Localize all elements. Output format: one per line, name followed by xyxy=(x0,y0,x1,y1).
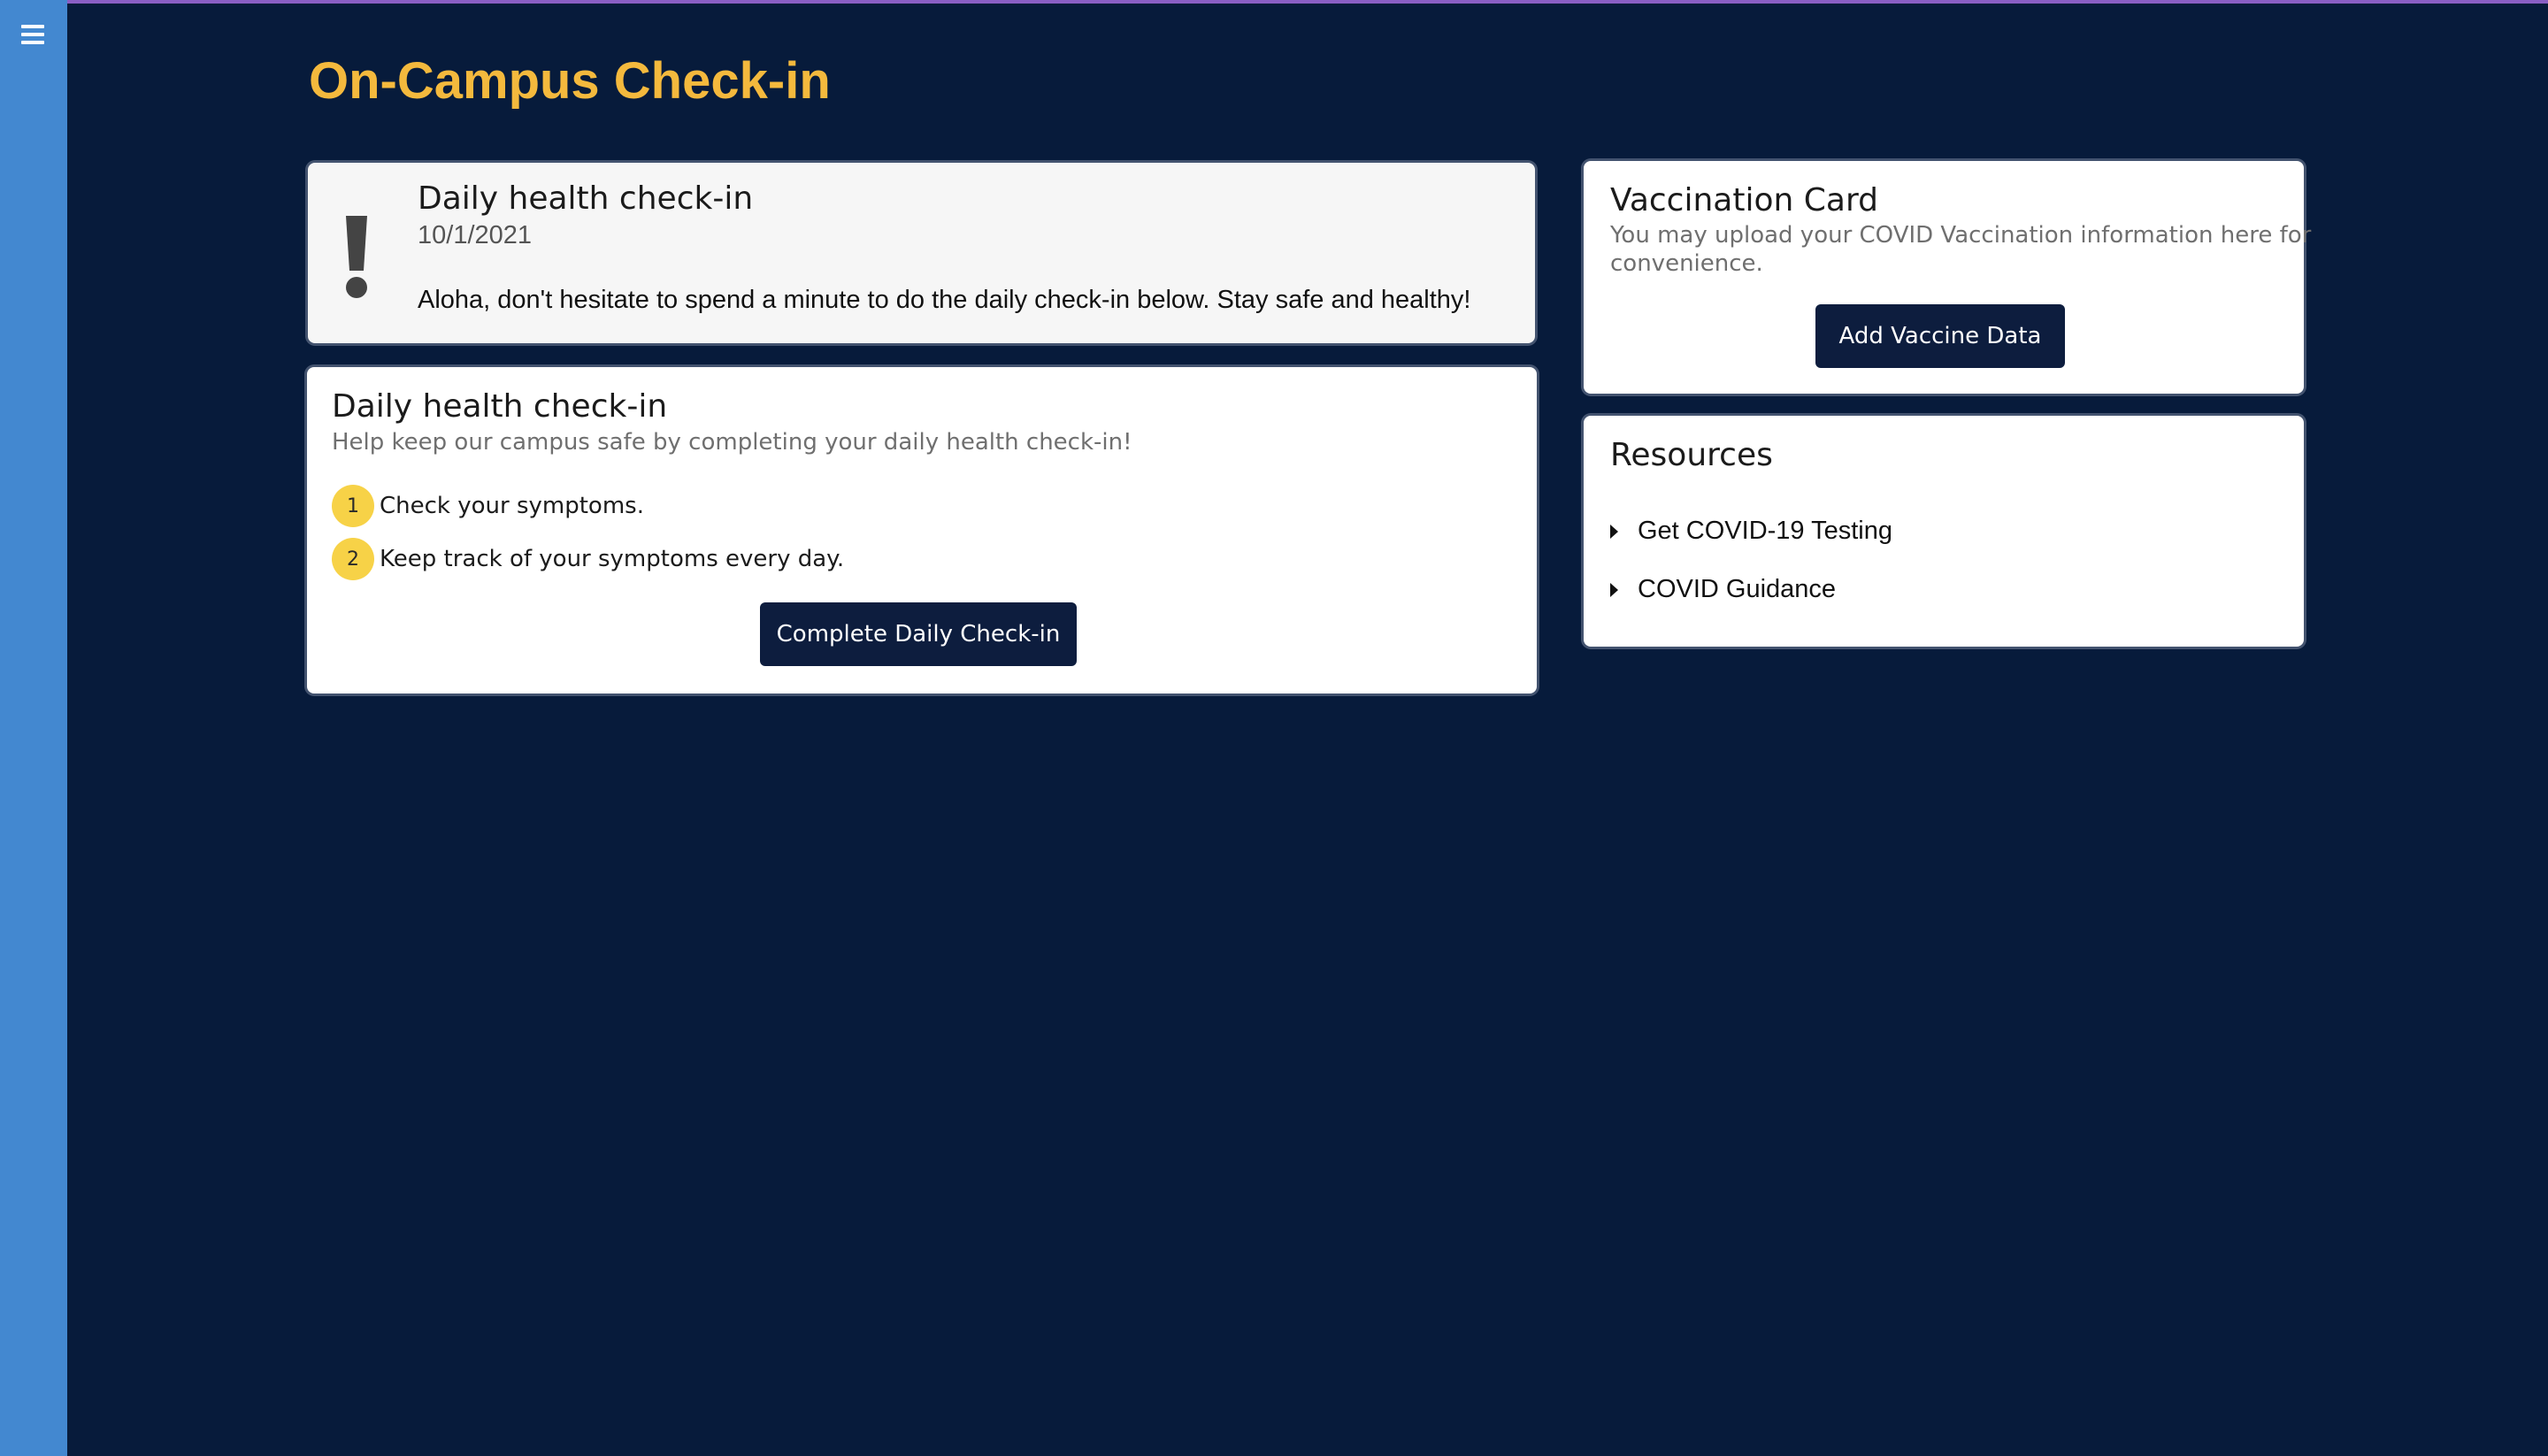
add-vaccine-data-button[interactable]: Add Vaccine Data xyxy=(1815,304,2065,368)
vaccination-description-line2: convenience. xyxy=(1610,250,1763,277)
resource-item-covid-testing[interactable]: Get COVID-19 Testing xyxy=(1610,517,1892,546)
caret-right-icon xyxy=(1610,582,1618,597)
alert-date: 10/1/2021 xyxy=(418,221,533,249)
resources-card: Resources Get COVID-19 Testing COVID Gui… xyxy=(1584,416,2304,647)
resource-item-covid-guidance[interactable]: COVID Guidance xyxy=(1610,575,1836,604)
step-item: 1 Check your symptoms. xyxy=(332,484,644,528)
caret-right-icon xyxy=(1610,524,1618,539)
resource-label: Get COVID-19 Testing xyxy=(1638,517,1892,545)
vaccination-title: Vaccination Card xyxy=(1610,182,1878,218)
resources-title: Resources xyxy=(1610,437,1773,473)
hamburger-menu-icon[interactable] xyxy=(21,25,44,44)
vaccination-card: Vaccination Card You may upload your COV… xyxy=(1584,161,2311,394)
step-number-badge: 1 xyxy=(332,485,374,527)
step-item: 2 Keep track of your symptoms every day. xyxy=(332,537,844,581)
daily-checkin-card: Daily health check-in Help keep our camp… xyxy=(307,367,1537,694)
vaccination-description-line1: You may upload your COVID Vaccination in… xyxy=(1610,222,2312,249)
resource-label: COVID Guidance xyxy=(1638,575,1837,603)
step-text: Keep track of your symptoms every day. xyxy=(380,546,845,572)
top-accent-line xyxy=(0,0,2548,4)
page-title: On-Campus Check-in xyxy=(309,52,831,110)
step-number-badge: 2 xyxy=(332,538,374,580)
sidebar xyxy=(0,0,67,1456)
exclamation-icon xyxy=(346,216,367,298)
checkin-subtitle: Help keep our campus safe by completing … xyxy=(332,429,1132,456)
alert-title: Daily health check-in xyxy=(418,180,754,217)
step-text: Check your symptoms. xyxy=(380,493,644,519)
daily-checkin-alert-card: Daily health check-in 10/1/2021 Aloha, d… xyxy=(308,163,1535,343)
complete-daily-checkin-button[interactable]: Complete Daily Check-in xyxy=(760,602,1077,666)
alert-message: Aloha, don't hesitate to spend a minute … xyxy=(418,286,1471,314)
checkin-title: Daily health check-in xyxy=(332,388,668,425)
